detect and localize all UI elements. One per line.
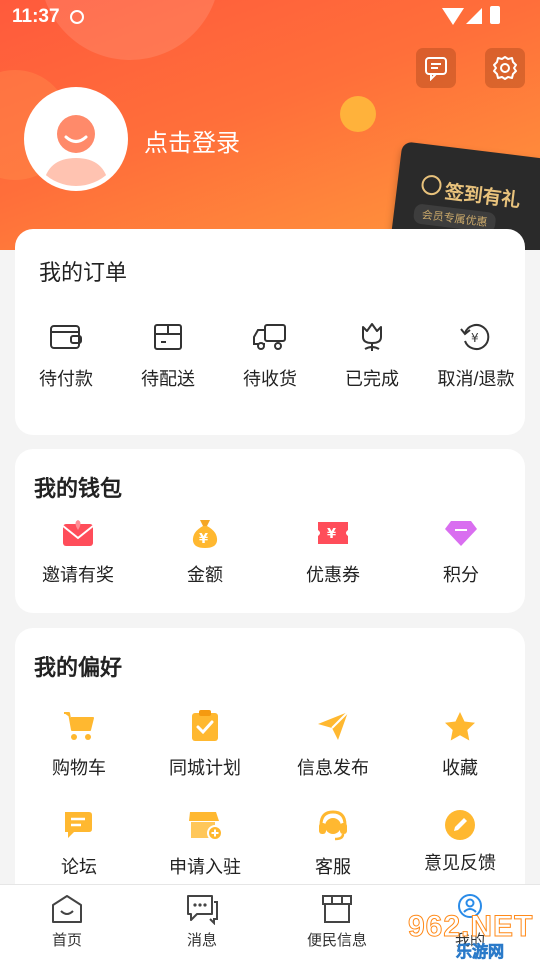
wallet-coupons[interactable]: ¥ 优惠券: [293, 513, 373, 587]
nav-label: 便民信息: [306, 932, 367, 949]
order-item-label: 取消/退款: [437, 369, 515, 389]
signal-icon: [466, 8, 482, 24]
nav-messages[interactable]: 消息: [152, 893, 252, 950]
pref-item-label: 购物车: [52, 758, 106, 778]
pref-item-label: 论坛: [61, 857, 97, 877]
invite-envelope-icon: [58, 513, 98, 553]
wallet-card: 我的钱包 邀请有奖 ¥ 金额 ¥ 优惠券 积分: [15, 449, 525, 613]
orders-card: 我的订单 待付款 待配送 待收货 已完成 ¥ 取消/退款: [15, 229, 525, 435]
preferences-title: 我的偏好: [34, 655, 123, 680]
nav-label: 消息: [186, 932, 217, 949]
pref-city-plan[interactable]: 同城计划: [160, 706, 250, 780]
nav-home[interactable]: 首页: [17, 893, 117, 950]
message-button[interactable]: [416, 48, 456, 88]
pref-item-label: 收藏: [442, 758, 478, 778]
pref-feedback[interactable]: 意见反馈: [415, 805, 505, 875]
default-avatar-icon: [29, 92, 123, 186]
coupon-icon: ¥: [313, 513, 353, 553]
money-bag-icon: ¥: [185, 513, 225, 553]
gear-icon: [493, 56, 517, 80]
svg-text:¥: ¥: [327, 527, 336, 542]
gift-icon: [420, 173, 443, 197]
pref-apply-store[interactable]: 申请入驻: [160, 805, 250, 879]
preferences-card: 我的偏好 购物车 同城计划 信息发布 收藏 论坛 申请入驻 客服 意见反馈: [15, 628, 525, 918]
refund-icon: ¥: [456, 317, 496, 357]
wifi-icon: [442, 8, 464, 25]
pref-item-label: 客服: [315, 857, 351, 877]
login-link[interactable]: 点击登录: [144, 123, 240, 158]
wallet-item-label: 优惠券: [306, 565, 360, 585]
status-bar: 11:37: [0, 0, 540, 34]
paper-plane-icon: [313, 706, 353, 746]
wallet-title: 我的钱包: [34, 476, 123, 501]
shield-icon: [70, 10, 84, 24]
pref-publish[interactable]: 信息发布: [288, 706, 378, 780]
pref-favorites[interactable]: 收藏: [420, 706, 500, 780]
shop-icon: [322, 895, 352, 923]
pref-forum[interactable]: 论坛: [39, 805, 119, 879]
svg-text:¥: ¥: [471, 331, 479, 345]
order-item-label: 待收货: [243, 369, 297, 389]
pref-item-label: 信息发布: [297, 758, 369, 778]
star-icon: [440, 706, 480, 746]
wallet-invite[interactable]: 邀请有奖: [33, 513, 123, 587]
order-item-label: 待配送: [141, 369, 195, 389]
pref-item-label: 申请入驻: [169, 857, 241, 877]
store-add-icon: [185, 805, 225, 845]
order-item-label: 已完成: [345, 369, 399, 389]
profile-header: 11:37 点击登录 签到有礼 会员专属优惠: [0, 0, 540, 250]
cart-icon: [59, 706, 99, 746]
status-time: 11:37: [12, 6, 60, 27]
diamond-icon: [441, 513, 481, 553]
pref-item-label: 同城计划: [169, 758, 241, 778]
order-pending-delivery[interactable]: 待配送: [133, 317, 203, 391]
settings-button[interactable]: [485, 48, 525, 88]
edit-icon: [440, 805, 480, 845]
pref-cart[interactable]: 购物车: [39, 706, 119, 780]
nav-label: 首页: [51, 932, 82, 949]
order-item-label: 待付款: [39, 369, 93, 389]
package-icon: [148, 317, 188, 357]
headset-icon: [313, 805, 353, 845]
decorative-circle: [340, 96, 376, 132]
clipboard-check-icon: [185, 706, 225, 746]
svg-text:¥: ¥: [199, 532, 208, 547]
site-watermark: 962.NET 乐游网: [400, 898, 540, 960]
wallet-item-label: 金额: [187, 565, 223, 585]
truck-icon: [250, 317, 290, 357]
order-completed[interactable]: 已完成: [337, 317, 407, 391]
wallet-item-label: 邀请有奖: [42, 565, 114, 585]
avatar[interactable]: [24, 87, 128, 191]
status-icons: [442, 6, 506, 26]
orders-title: 我的订单: [39, 260, 128, 285]
flower-icon: [352, 317, 392, 357]
nav-convenience-info[interactable]: 便民信息: [287, 893, 387, 950]
forum-icon: [59, 805, 99, 845]
battery-icon: [490, 6, 500, 24]
wallet-points[interactable]: 积分: [421, 513, 501, 587]
pref-customer-service[interactable]: 客服: [293, 805, 373, 879]
pref-item-label: 意见反馈: [424, 853, 496, 873]
wallet-balance[interactable]: ¥ 金额: [165, 513, 245, 587]
order-pending-receipt[interactable]: 待收货: [235, 317, 305, 391]
order-cancel-refund[interactable]: ¥ 取消/退款: [433, 317, 519, 391]
chat-icon: [187, 895, 218, 925]
message-icon: [425, 57, 447, 81]
home-icon: [52, 895, 82, 923]
wallet-icon: [46, 317, 86, 357]
wallet-item-label: 积分: [443, 565, 479, 585]
order-pending-payment[interactable]: 待付款: [31, 317, 101, 391]
watermark-text: 乐游网: [456, 944, 505, 960]
